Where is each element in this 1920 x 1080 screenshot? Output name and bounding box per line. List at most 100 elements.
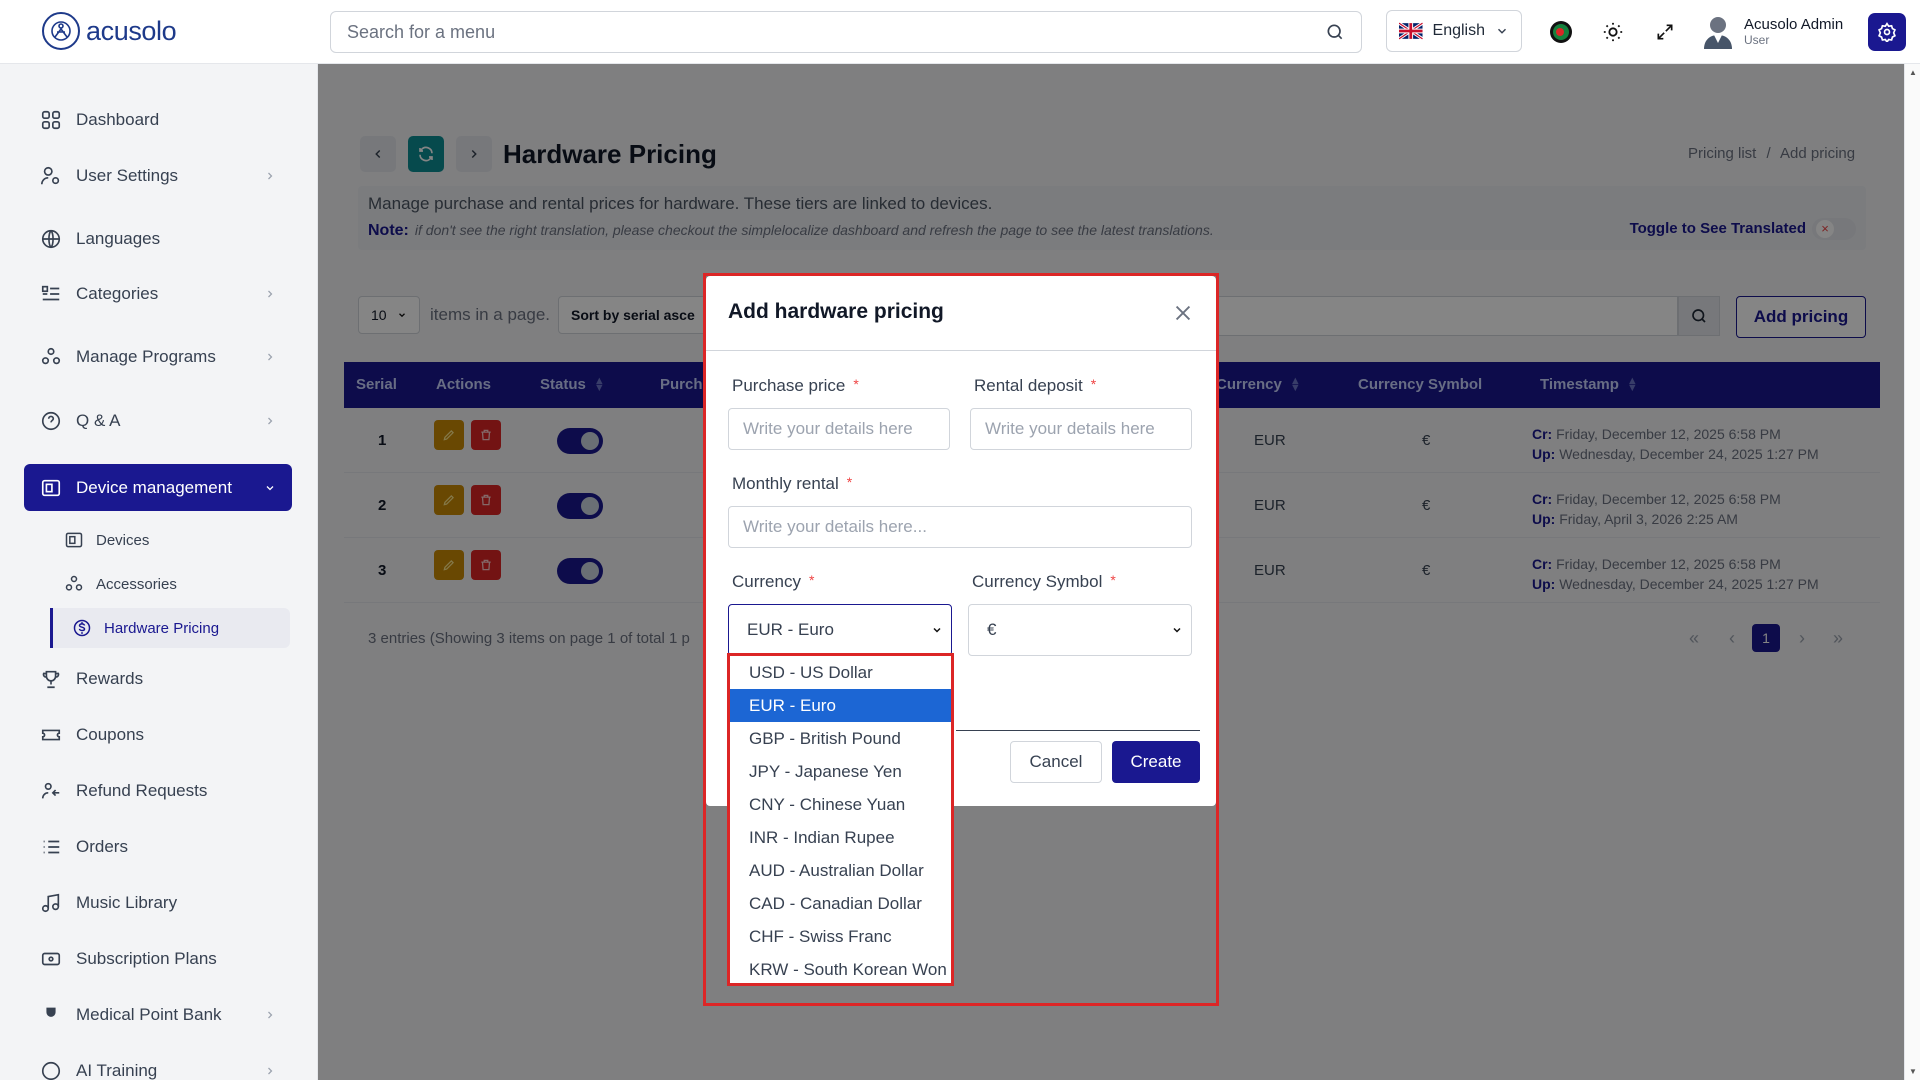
logo[interactable]: acusolo <box>42 12 177 50</box>
page-scrollbar[interactable]: ▲ ▼ <box>1904 64 1920 1080</box>
scroll-down-arrow[interactable]: ▼ <box>1909 1067 1917 1076</box>
sidebar-item-user-settings[interactable]: User Settings <box>24 153 292 199</box>
subscription-icon <box>40 948 62 970</box>
chevron-right-icon <box>264 170 276 182</box>
trophy-icon <box>40 668 62 690</box>
sidebar-item-label: AI Training <box>76 1061 158 1080</box>
currency-option[interactable]: AUD - Australian Dollar <box>730 854 951 887</box>
gear-icon <box>1877 22 1897 42</box>
ai-icon <box>40 1060 62 1080</box>
sidebar-item-label: Music Library <box>76 893 178 912</box>
modal-title: Add hardware pricing <box>728 300 944 323</box>
currency-option[interactable]: CAD - Canadian Dollar <box>730 887 951 920</box>
sidebar-item-subscription-plans[interactable]: Subscription Plans <box>24 936 292 982</box>
logo-text: acusolo <box>86 15 177 46</box>
devices-icon <box>64 530 84 550</box>
chevron-right-icon <box>264 288 276 300</box>
currency-option-selected[interactable]: EUR - Euro <box>730 689 951 722</box>
sidebar-item-label: Orders <box>76 837 128 856</box>
sidebar-subitem-label: Accessories <box>96 575 177 593</box>
programs-icon <box>40 346 62 368</box>
scroll-up-arrow[interactable]: ▲ <box>1909 68 1917 77</box>
sidebar-item-dashboard[interactable]: Dashboard <box>24 97 292 143</box>
currency-option[interactable]: KRW - South Korean Won <box>730 953 951 986</box>
rental-deposit-input[interactable] <box>970 408 1192 450</box>
chevron-down-icon <box>1495 24 1509 38</box>
currency-symbol-value: € <box>987 620 997 639</box>
top-bar: acusolo English Acusolo Admin User <box>0 0 1920 64</box>
sidebar-item-label: Device management <box>76 477 232 497</box>
close-button[interactable] <box>1172 302 1196 326</box>
user-role: User <box>1744 32 1770 47</box>
sidebar-item-label: Languages <box>76 229 161 248</box>
purchase-price-input[interactable] <box>728 408 950 450</box>
sidebar-item-medical-point-bank[interactable]: Medical Point Bank <box>24 992 292 1038</box>
sidebar-item-label: Coupons <box>76 725 145 744</box>
sidebar-item-coupons[interactable]: Coupons <box>24 712 292 758</box>
footer-divider <box>956 730 1200 731</box>
sidebar-item-label: User Settings <box>76 166 179 185</box>
sidebar-item-refund-requests[interactable]: Refund Requests <box>24 768 292 814</box>
sun-icon[interactable] <box>1597 16 1629 48</box>
monthly-rental-input[interactable] <box>728 506 1192 548</box>
sidebar-item-languages[interactable]: Languages <box>24 216 292 262</box>
accessories-icon <box>64 574 84 594</box>
avatar <box>1704 17 1732 49</box>
sidebar-subitem-accessories[interactable]: Accessories <box>50 564 290 604</box>
chevron-right-icon <box>264 1065 276 1077</box>
refund-icon <box>40 780 62 802</box>
sidebar-subitem-hardware-pricing[interactable]: Hardware Pricing <box>50 608 290 648</box>
currency-option[interactable]: CNY - Chinese Yuan <box>730 788 951 821</box>
sidebar-item-label: Categories <box>76 284 159 303</box>
purchase-price-label-text: Purchase price <box>732 376 846 395</box>
currency-option[interactable]: JPY - Japanese Yen <box>730 755 951 788</box>
sidebar-item-label: Subscription Plans <box>76 949 217 968</box>
sidebar-subitem-label: Hardware Pricing <box>104 619 220 637</box>
uk-flag-icon <box>1399 21 1423 41</box>
currency-symbol-label-text: Currency Symbol <box>972 572 1103 591</box>
globe-icon <box>40 228 62 250</box>
chevron-down-icon <box>1171 624 1183 636</box>
menu-search-input[interactable] <box>347 21 1325 43</box>
sidebar-item-label: Refund Requests <box>76 781 208 800</box>
currency-label: Currency * <box>732 572 814 592</box>
currency-option[interactable]: GBP - British Pound <box>730 722 951 755</box>
create-button[interactable]: Create <box>1112 741 1200 783</box>
sidebar-item-qa[interactable]: Q & A <box>24 398 292 444</box>
user-name: Acusolo Admin <box>1744 15 1844 33</box>
search-icon[interactable] <box>1325 22 1345 42</box>
menu-search[interactable] <box>330 11 1362 53</box>
music-icon <box>40 892 62 914</box>
language-selector[interactable]: English <box>1386 10 1522 52</box>
sidebar-subitem-label: Devices <box>96 531 150 549</box>
qa-icon <box>40 410 62 432</box>
sidebar-item-music-library[interactable]: Music Library <box>24 880 292 926</box>
currency-option[interactable]: CHF - Swiss Franc <box>730 920 951 953</box>
cancel-button[interactable]: Cancel <box>1010 741 1102 783</box>
sidebar-item-rewards[interactable]: Rewards <box>24 656 292 702</box>
currency-select-value: EUR - Euro <box>747 620 834 639</box>
sidebar-item-label: Medical Point Bank <box>76 1005 222 1024</box>
user-menu[interactable]: Acusolo Admin User <box>1702 13 1843 49</box>
rental-deposit-label-text: Rental deposit <box>974 376 1083 395</box>
sidebar-item-categories[interactable]: Categories <box>24 271 292 317</box>
settings-button[interactable] <box>1868 13 1906 51</box>
currency-symbol-select[interactable]: € <box>968 604 1192 656</box>
fullscreen-icon[interactable] <box>1649 16 1681 48</box>
currency-option[interactable]: USD - US Dollar <box>730 656 951 689</box>
currency-option[interactable]: INR - Indian Rupee <box>730 821 951 854</box>
modal-divider <box>706 350 1216 351</box>
sidebar-item-orders[interactable]: Orders <box>24 824 292 870</box>
chevron-down-icon <box>931 624 943 636</box>
currency-select[interactable]: EUR - Euro <box>728 604 952 656</box>
required-mark: * <box>853 376 859 392</box>
sidebar-item-ai-training[interactable]: AI Training <box>24 1048 292 1080</box>
categories-icon <box>40 283 62 305</box>
flag-theme-icon[interactable] <box>1545 16 1577 48</box>
monthly-rental-label-text: Monthly rental <box>732 474 839 493</box>
required-mark: * <box>808 572 815 588</box>
sidebar-subitem-devices[interactable]: Devices <box>50 520 290 560</box>
sidebar-item-device-management[interactable]: Device management <box>24 464 292 511</box>
sidebar-item-manage-programs[interactable]: Manage Programs <box>24 334 292 380</box>
chevron-down-icon <box>264 482 276 494</box>
